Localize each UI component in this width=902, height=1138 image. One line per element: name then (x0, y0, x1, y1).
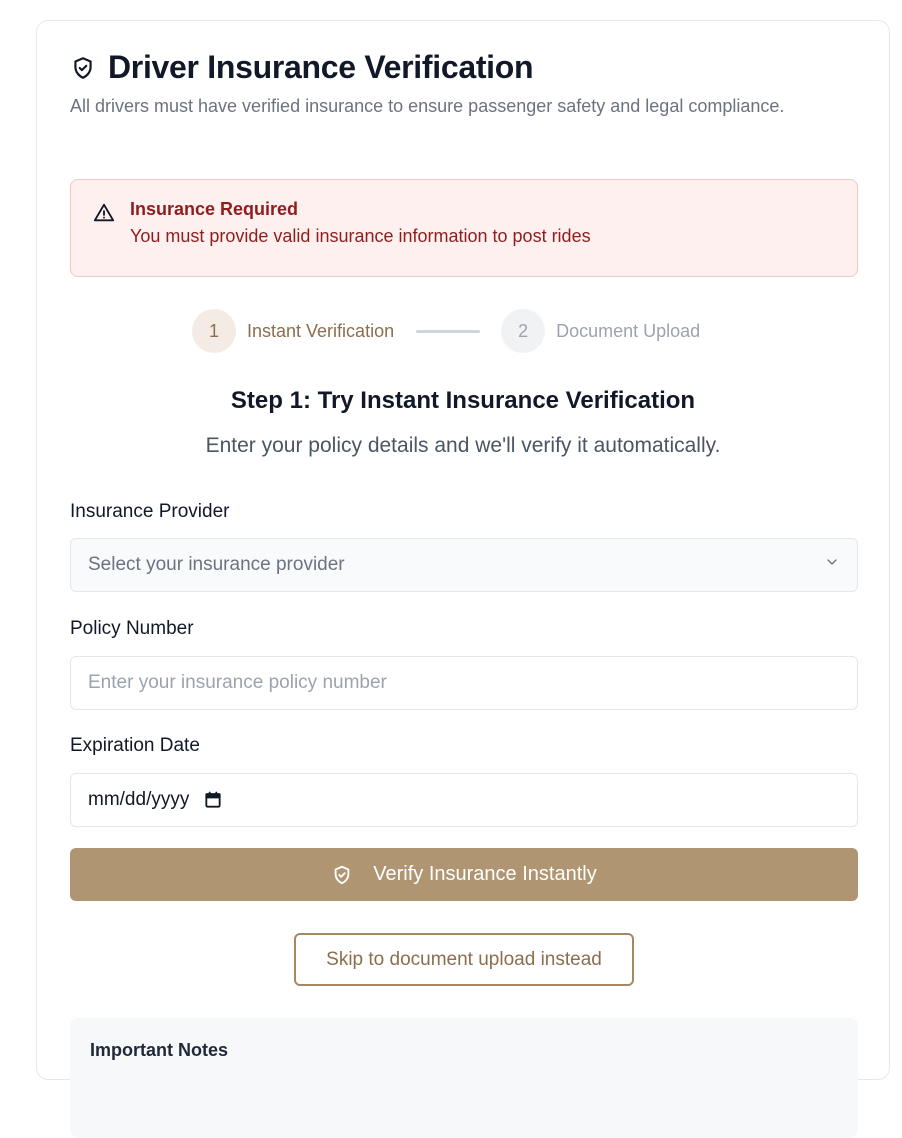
alert-title: Insurance Required (130, 199, 299, 219)
calendar-icon[interactable] (203, 790, 223, 810)
shield-check-icon (70, 55, 96, 81)
insurance-provider-select[interactable]: Select your insurance provider (70, 538, 858, 592)
page-title: Driver Insurance Verification (108, 49, 534, 85)
step-1-label: Instant Verification (247, 320, 395, 341)
step-2-circle: 2 (501, 309, 546, 353)
warning-triangle-icon (93, 202, 115, 224)
expiration-label: Expiration Date (70, 735, 200, 756)
insurance-verification-card: Driver Insurance Verification All driver… (36, 20, 890, 1138)
step-1-circle: 1 (192, 309, 236, 353)
provider-label: Insurance Provider (70, 501, 230, 522)
shield-check-icon (331, 864, 353, 886)
skip-button-label: Skip to document upload instead (326, 948, 602, 970)
verify-insurance-button[interactable]: Verify Insurance Instantly (70, 848, 858, 901)
policy-number-input[interactable]: Enter your insurance policy number (70, 656, 858, 710)
header: Driver Insurance Verification (70, 49, 534, 86)
policy-label: Policy Number (70, 618, 194, 639)
chevron-down-icon (824, 554, 840, 576)
step-heading: Step 1: Try Instant Insurance Verificati… (230, 387, 696, 414)
page-subtitle: All drivers must have verified insurance… (70, 96, 785, 116)
date-placeholder: mm/dd/yyyy (88, 789, 190, 810)
expiration-date-input[interactable]: mm/dd/yyyy (70, 773, 858, 827)
skip-to-upload-button[interactable]: Skip to document upload instead (294, 933, 634, 986)
notes-title: Important Notes (90, 1040, 229, 1060)
alert-message: You must provide valid insurance informa… (130, 226, 591, 246)
step-connector (416, 329, 481, 333)
important-notes-panel: Important Notes (70, 1018, 858, 1138)
insurance-required-alert: Insurance Required You must provide vali… (70, 179, 858, 277)
policy-placeholder: Enter your insurance policy number (88, 672, 387, 693)
stepper: 1 Instant Verification 2 Document Upload (192, 309, 700, 353)
step-2-label: Document Upload (556, 320, 701, 341)
step-description: Enter your policy details and we'll veri… (205, 434, 721, 457)
verify-button-label: Verify Insurance Instantly (373, 863, 597, 885)
provider-placeholder: Select your insurance provider (88, 554, 345, 575)
